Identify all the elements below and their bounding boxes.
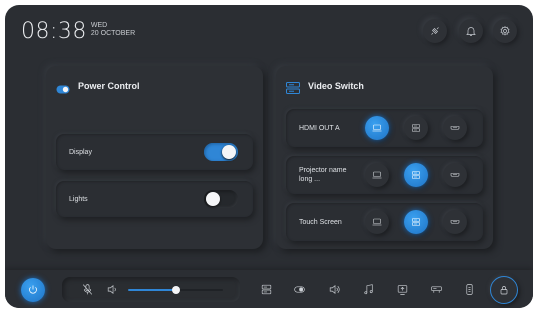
lock-button[interactable] <box>490 276 518 304</box>
unplug-button[interactable] <box>423 19 447 43</box>
source-media-player-button[interactable] <box>404 116 428 140</box>
clock-weekday: WED <box>90 22 108 29</box>
video-output-label: HDMI OUT A <box>299 125 340 132</box>
projector-icon <box>430 285 442 293</box>
toggle-knob <box>222 145 236 159</box>
notifications-button[interactable] <box>459 19 483 43</box>
gear-icon <box>500 25 510 36</box>
power-control-card: Power Control Display Lights <box>46 66 263 249</box>
toggle-button[interactable] <box>291 281 307 297</box>
screen-share-icon <box>397 284 407 295</box>
mic-off-icon <box>82 283 92 295</box>
media-player-icon <box>412 218 420 226</box>
volume-slider[interactable] <box>128 286 223 294</box>
toggle-icon <box>56 81 70 99</box>
volume-icon-button[interactable] <box>104 281 120 297</box>
source-hdmi-button[interactable] <box>443 163 467 187</box>
clock-date: WED 20 OCTOBER <box>91 22 135 38</box>
video-output-row: HDMI OUT A <box>286 109 483 147</box>
clock-day-month: 20 OCTOBER <box>90 30 136 37</box>
source-hdmi-button[interactable] <box>443 116 467 140</box>
power-button[interactable] <box>21 278 45 302</box>
power-item-label: Lights <box>69 196 88 203</box>
video-output-label: Projector name long ... <box>299 167 347 183</box>
power-item-label: Display <box>69 149 92 156</box>
power-item-lights: Lights <box>56 181 253 217</box>
source-laptop-button[interactable] <box>365 116 389 140</box>
video-switch-title: Video Switch <box>308 81 364 91</box>
clock: 08:38 WED 20 OCTOBER <box>21 19 135 44</box>
audio-button[interactable] <box>326 281 342 297</box>
server-icon <box>261 284 271 294</box>
toggle-icon <box>293 285 305 293</box>
media-player-icon <box>412 171 420 179</box>
speaker-icon <box>107 284 116 294</box>
video-output-row: Projector name long ... <box>286 156 483 194</box>
server-button[interactable] <box>258 281 274 297</box>
power-control-title: Power Control <box>78 81 140 91</box>
video-switch-icon <box>286 81 300 99</box>
hdmi-icon <box>450 220 460 224</box>
remote-button[interactable] <box>461 281 477 297</box>
toggle-knob <box>206 192 220 206</box>
speaker-icon <box>329 284 339 294</box>
hdmi-icon <box>450 126 460 130</box>
video-switch-card: Video Switch HDMI OUT A Projector name l… <box>276 66 493 249</box>
video-output-label: Touch Screen <box>299 219 342 226</box>
source-laptop-button[interactable] <box>365 163 389 187</box>
power-item-display: Display <box>56 134 253 170</box>
source-hdmi-button[interactable] <box>443 210 467 234</box>
source-laptop-button[interactable] <box>365 210 389 234</box>
unplug-icon <box>431 27 439 35</box>
laptop-icon <box>372 124 382 132</box>
settings-button[interactable] <box>493 19 517 43</box>
display-toggle[interactable] <box>204 143 238 161</box>
laptop-icon <box>372 218 382 226</box>
volume-slider-fill <box>128 289 176 291</box>
clock-time: 08:38 <box>21 19 87 44</box>
lock-icon <box>500 286 508 295</box>
volume-controls <box>62 277 240 302</box>
projector-button[interactable] <box>428 281 444 297</box>
bell-icon <box>466 27 476 36</box>
media-player-icon <box>412 124 420 132</box>
mic-mute-button[interactable] <box>79 281 95 297</box>
lights-toggle[interactable] <box>204 190 238 208</box>
hdmi-icon <box>450 173 460 177</box>
control-panel-screen: 08:38 WED 20 OCTOBER Power Control Displ… <box>5 5 533 308</box>
bottom-toolbar <box>5 270 533 308</box>
source-media-player-button[interactable] <box>404 163 428 187</box>
music-icon <box>363 283 373 294</box>
power-icon <box>29 285 37 294</box>
music-button[interactable] <box>360 281 376 297</box>
laptop-icon <box>372 171 382 179</box>
volume-slider-knob[interactable] <box>171 286 180 294</box>
remote-icon <box>465 283 473 295</box>
source-media-player-button[interactable] <box>404 210 428 234</box>
screen-share-button[interactable] <box>394 281 410 297</box>
video-output-row: Touch Screen <box>286 203 483 241</box>
